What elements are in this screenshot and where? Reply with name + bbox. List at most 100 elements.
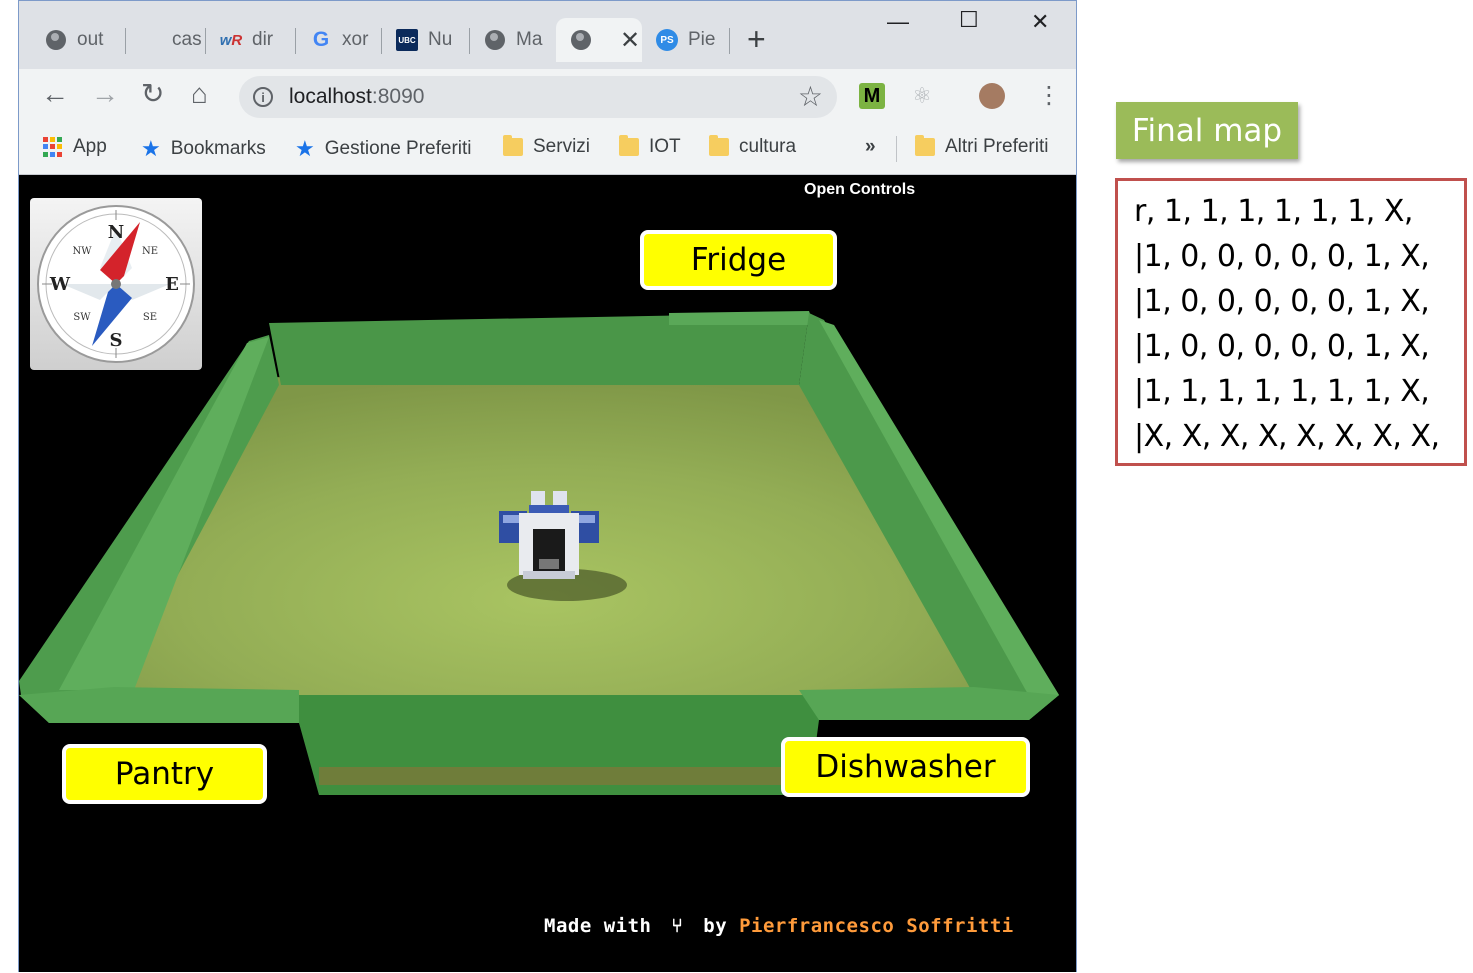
star-icon: ★ xyxy=(141,136,161,161)
tab-title: cas xyxy=(172,29,202,50)
compass-e-label: E xyxy=(165,274,179,295)
fridge-marker-block xyxy=(669,311,814,325)
bookmarks-bar: App ★ Bookmarks ★ Gestione Preferiti Ser… xyxy=(19,124,1076,175)
google-icon: G xyxy=(312,28,330,51)
bookmark-label: Servizi xyxy=(533,136,591,157)
pantry-label: Pantry xyxy=(62,744,267,804)
bookmark-altri-preferiti[interactable]: Altri Preferiti xyxy=(915,135,1049,158)
tab-cas[interactable]: cas xyxy=(126,18,206,62)
folder-icon xyxy=(709,135,729,156)
new-tab-button[interactable]: + xyxy=(747,23,766,55)
dishwasher-label: Dishwasher xyxy=(781,737,1030,797)
tab-xor[interactable]: G xor xyxy=(296,18,382,62)
globe-icon xyxy=(45,29,67,51)
fridge-label: Fridge xyxy=(640,230,837,290)
bookmark-star-icon[interactable]: ☆ xyxy=(798,80,823,113)
tab-title: Ma xyxy=(516,29,543,50)
front-ledge xyxy=(319,767,809,785)
reload-icon[interactable]: ↻ xyxy=(141,79,164,109)
overflow-chevron-icon[interactable]: » xyxy=(865,136,876,158)
wordreference-icon: wR xyxy=(219,31,243,49)
bookmark-bookmarks[interactable]: ★ Bookmarks xyxy=(141,136,266,162)
overflow-chevron-label: » xyxy=(865,136,876,157)
bookmark-cultura[interactable]: cultura xyxy=(709,135,797,158)
pantry-marker-block xyxy=(19,687,299,723)
home-icon[interactable]: ⌂ xyxy=(191,79,208,109)
info-icon[interactable]: i xyxy=(253,87,273,107)
final-map-box: r, 1, 1, 1, 1, 1, 1, X, |1, 0, 0, 0, 0, … xyxy=(1115,178,1467,466)
bookmark-gestione-preferiti[interactable]: ★ Gestione Preferiti xyxy=(295,136,472,162)
folder-icon xyxy=(503,135,523,156)
compass-w-label: W xyxy=(49,274,71,295)
compass-sw-label: SW xyxy=(73,312,91,323)
bookmark-label: cultura xyxy=(739,136,797,157)
menu-kebab-icon[interactable]: ⋮ xyxy=(1037,81,1061,111)
bookmarks-divider xyxy=(896,136,897,162)
browser-toolbar: ← → ↻ ⌂ i localhost:8090 ☆ M ⚛ ⋮ xyxy=(19,69,1076,124)
tab-nu[interactable]: UBC Nu xyxy=(382,18,470,62)
tab-dir[interactable]: wR dir xyxy=(206,18,296,62)
profile-avatar[interactable] xyxy=(979,83,1005,109)
open-controls-button[interactable]: Open Controls xyxy=(804,181,915,199)
credit-by: by xyxy=(703,915,728,937)
final-map-title: Final map xyxy=(1116,102,1298,159)
bookmark-label: IOT xyxy=(649,136,681,157)
map-row: |1, 0, 0, 0, 0, 0, 1, X, xyxy=(1134,239,1430,274)
address-bar[interactable]: i localhost:8090 ☆ xyxy=(239,76,837,118)
tab-title: xor xyxy=(342,29,369,50)
compass-n-label: N xyxy=(108,222,124,243)
tab-title: Nu xyxy=(428,29,453,50)
star-icon: ★ xyxy=(295,136,315,161)
tab-title: Pie xyxy=(688,29,716,50)
globe-icon xyxy=(484,29,506,51)
globe-icon xyxy=(570,29,592,51)
bookmark-label: Gestione Preferiti xyxy=(324,138,472,159)
tab-pie[interactable]: PS Pie xyxy=(642,18,730,62)
map-row: |1, 0, 0, 0, 0, 0, 1, X, xyxy=(1134,284,1430,319)
map-row: r, 1, 1, 1, 1, 1, 1, X, xyxy=(1134,194,1413,229)
back-arrow-icon[interactable]: ← xyxy=(41,79,69,109)
credit-made-with: Made with xyxy=(544,915,652,937)
tab-title: dir xyxy=(252,29,274,50)
credit-author-link[interactable]: Pierfrancesco Soffritti xyxy=(739,915,1014,937)
close-tab-icon[interactable]: ✕ xyxy=(620,26,640,55)
forward-arrow-icon[interactable]: → xyxy=(91,79,119,109)
folder-icon xyxy=(619,135,639,156)
maximize-icon[interactable]: ☐ xyxy=(959,7,979,33)
map-row: |1, 0, 0, 0, 0, 0, 1, X, xyxy=(1134,329,1430,364)
map-row: |1, 1, 1, 1, 1, 1, 1, X, xyxy=(1134,374,1430,409)
map-row: |X, X, X, X, X, X, X, X, xyxy=(1134,419,1440,454)
dishwasher-marker-block xyxy=(799,687,1059,720)
minimize-icon[interactable]: — xyxy=(887,9,909,35)
blank-page-icon xyxy=(140,29,162,51)
tab-strip: out cas wR dir G xor UBC Nu Ma ✕ PS Pie … xyxy=(19,1,1076,69)
compass-nw-label: NW xyxy=(72,246,92,257)
tab-active[interactable]: ✕ xyxy=(556,18,642,62)
tab-out[interactable]: out xyxy=(31,18,126,62)
bookmark-iot[interactable]: IOT xyxy=(619,135,681,158)
browser-window: out cas wR dir G xor UBC Nu Ma ✕ PS Pie … xyxy=(18,0,1077,972)
tab-ma[interactable]: Ma xyxy=(470,18,556,62)
window-close-icon[interactable]: ✕ xyxy=(1031,9,1049,35)
folder-icon xyxy=(915,135,935,156)
ps-icon: PS xyxy=(656,29,678,51)
credit-line: Made with ⑂ by Pierfrancesco Soffritti xyxy=(544,915,1014,937)
extension-m-icon[interactable]: M xyxy=(859,83,885,109)
bookmark-servizi[interactable]: Servizi xyxy=(503,135,591,158)
url-text: localhost:8090 xyxy=(289,85,425,108)
bookmark-app[interactable]: App xyxy=(43,136,107,158)
compass-widget: N S E W NE NW SE SW xyxy=(30,198,202,370)
ubc-icon: UBC xyxy=(396,29,418,51)
robot-scene-viewport[interactable]: Open Controls N S E W NE NW SE SW Made w… xyxy=(19,175,1076,972)
compass-se-label: SE xyxy=(143,312,157,323)
fork-icon: ⑂ xyxy=(671,915,684,937)
tab-title: out xyxy=(77,29,104,50)
compass-icon: N S E W NE NW SE SW xyxy=(37,205,195,363)
bookmark-label: Altri Preferiti xyxy=(945,136,1049,157)
bookmark-label: Bookmarks xyxy=(170,138,266,159)
apps-grid-icon xyxy=(43,137,63,157)
compass-ne-label: NE xyxy=(142,246,158,257)
compass-s-label: S xyxy=(110,330,123,351)
extension-react-icon[interactable]: ⚛ xyxy=(909,83,935,109)
bookmark-label: App xyxy=(73,136,107,157)
